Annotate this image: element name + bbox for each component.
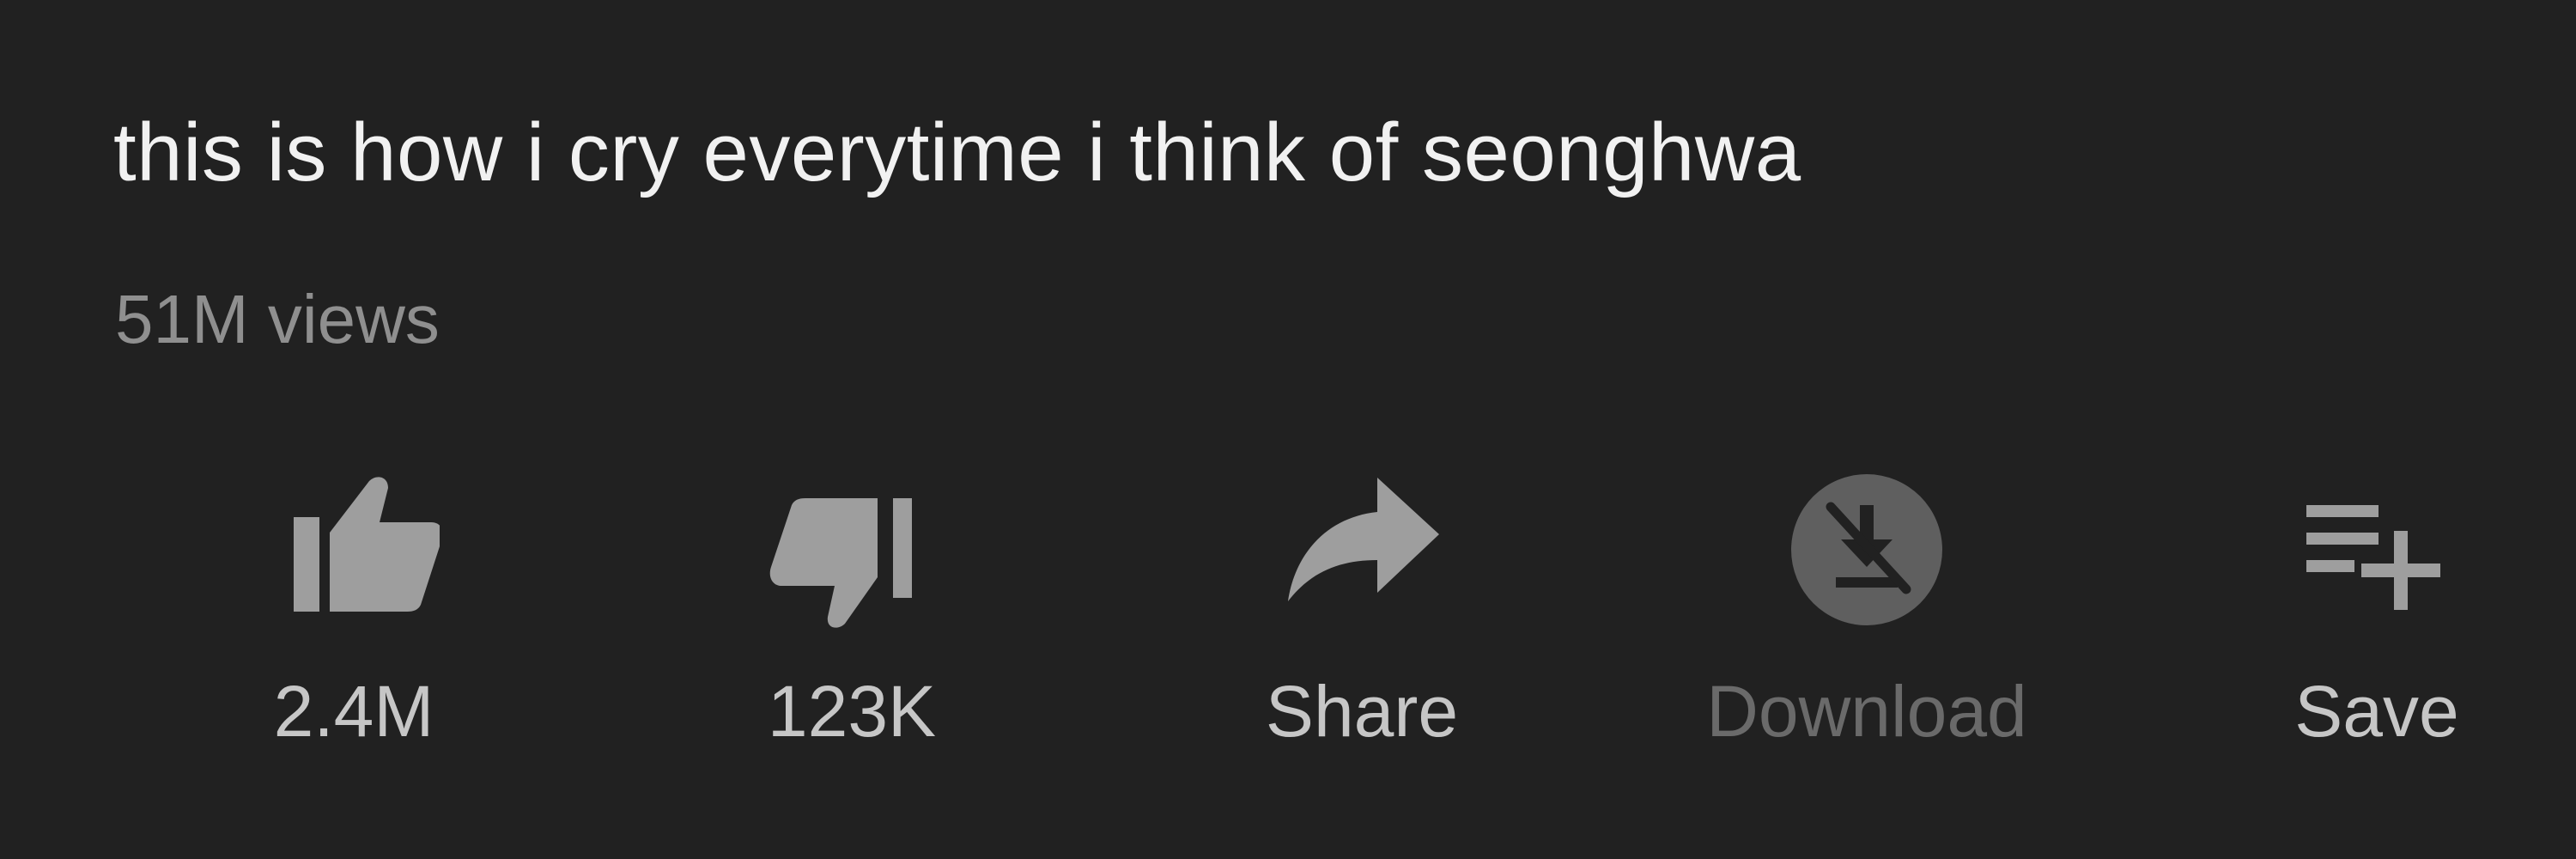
view-count: 51M views xyxy=(115,281,440,357)
save-label: Save xyxy=(2294,671,2459,752)
video-title: this is how i cry everytime i think of s… xyxy=(113,107,1801,198)
share-arrow-icon xyxy=(1276,464,1448,636)
download-button[interactable]: Download xyxy=(1669,447,2064,790)
save-button[interactable]: Save xyxy=(2179,447,2574,790)
thumbs-down-icon xyxy=(766,464,938,636)
download-disabled-icon xyxy=(1781,464,1953,636)
thumbs-up-icon xyxy=(268,464,440,636)
like-button[interactable]: 2.4M xyxy=(156,447,551,790)
playlist-add-icon xyxy=(2291,464,2463,636)
like-count: 2.4M xyxy=(273,671,434,752)
video-info-panel: this is how i cry everytime i think of s… xyxy=(0,0,2576,859)
dislike-button[interactable]: 123K xyxy=(654,447,1049,790)
share-button[interactable]: Share xyxy=(1164,447,1559,790)
download-label: Download xyxy=(1706,671,2027,752)
share-label: Share xyxy=(1265,671,1459,752)
action-bar: 2.4M 123K Share Download Save xyxy=(0,447,2576,790)
dislike-count: 123K xyxy=(767,671,937,752)
